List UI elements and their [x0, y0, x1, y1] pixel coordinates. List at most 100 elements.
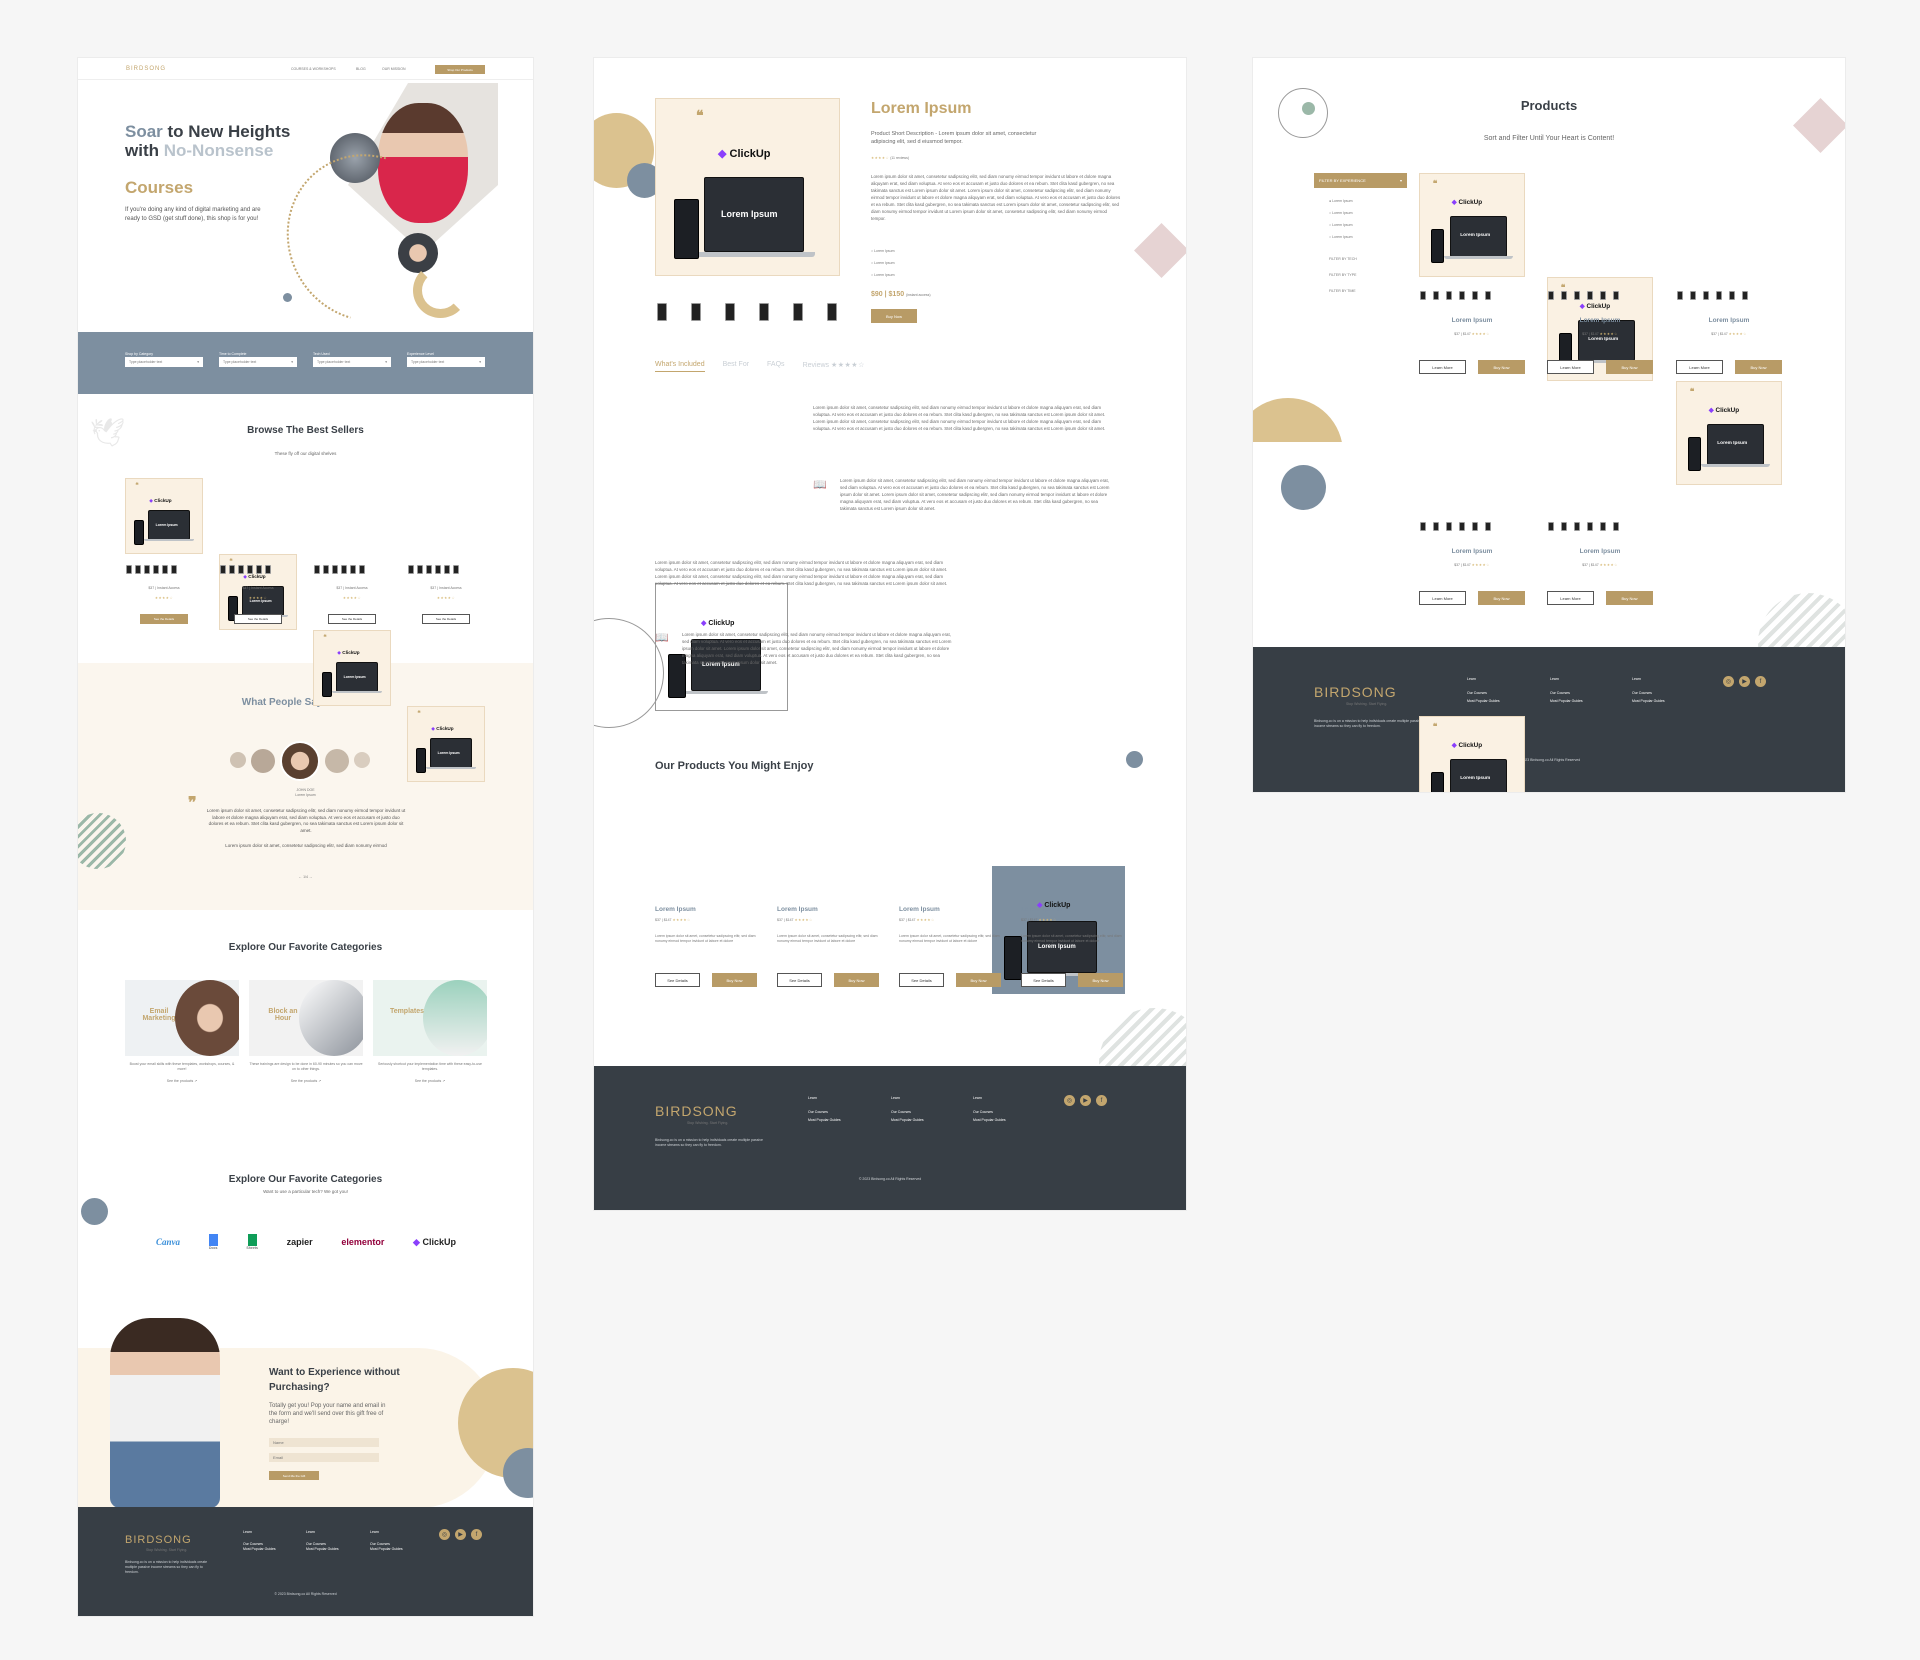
footer-link[interactable]: Most Popular Guides: [973, 1118, 1006, 1123]
related-name[interactable]: Lorem Ipsum: [777, 906, 818, 913]
thumbnail[interactable]: [341, 565, 347, 574]
learn-more-button[interactable]: Learn More: [1676, 360, 1723, 374]
thumbnail[interactable]: [229, 565, 235, 574]
footer-link[interactable]: Our Courses: [1467, 691, 1500, 696]
thumbnail[interactable]: [435, 565, 441, 574]
thumbnail[interactable]: [1433, 291, 1439, 300]
radio-option[interactable]: ○ Lorem Ipsum: [1329, 207, 1353, 219]
thumbnail[interactable]: [408, 565, 414, 574]
buy-now-button[interactable]: Buy Now: [1606, 591, 1653, 605]
product-image[interactable]: ❝ ◆ ClickUp Lorem Ipsum: [1676, 381, 1782, 485]
nav-item-blog[interactable]: BLOG: [356, 67, 366, 72]
thumbnail[interactable]: [1613, 291, 1619, 300]
thumbnail[interactable]: [144, 565, 150, 574]
buy-now-button[interactable]: Buy Now: [1606, 360, 1653, 374]
footer-link[interactable]: Most Popular Guides: [891, 1118, 924, 1123]
name-field[interactable]: [269, 1438, 379, 1447]
zapier-logo[interactable]: zapier: [287, 1237, 313, 1247]
footer-link[interactable]: Most Popular Guides: [1550, 699, 1583, 704]
product-name[interactable]: Lorem Ipsum: [1547, 317, 1653, 324]
tab-faqs[interactable]: FAQs: [767, 361, 785, 372]
thumbnail[interactable]: [417, 565, 423, 574]
footer-link[interactable]: Most Popular Guides: [370, 1547, 403, 1552]
facebook-icon[interactable]: f: [1755, 676, 1766, 687]
thumbnail[interactable]: [1548, 522, 1554, 531]
nav-logo[interactable]: BIRDSONG: [126, 66, 166, 72]
thumbnail[interactable]: [153, 565, 159, 574]
thumbnail[interactable]: [657, 303, 667, 321]
see-details-button[interactable]: See Details: [899, 973, 944, 987]
thumbnail[interactable]: [1433, 522, 1439, 531]
product-image[interactable]: ❝ ◆ ClickUp Lorem Ipsum: [407, 706, 485, 782]
filter-type[interactable]: FILTER BY TYPE: [1329, 267, 1357, 283]
tab-best-for[interactable]: Best For: [723, 361, 749, 372]
footer-link[interactable]: Our Courses: [1550, 691, 1583, 696]
related-name[interactable]: Lorem Ipsum: [655, 906, 696, 913]
filter-select[interactable]: Type placeholder text ▾: [219, 357, 297, 367]
filter-select[interactable]: Type placeholder text ▾: [407, 357, 485, 367]
filter-select[interactable]: Type placeholder text ▾: [313, 357, 391, 367]
thumbnail[interactable]: [1600, 291, 1606, 300]
avatar-active[interactable]: [280, 741, 320, 781]
product-name[interactable]: Lorem Ipsum: [1419, 317, 1525, 324]
see-details-button[interactable]: See the Details: [140, 614, 188, 624]
buy-now-button[interactable]: Buy Now: [834, 973, 879, 987]
thumbnail[interactable]: [332, 565, 338, 574]
thumbnail[interactable]: [1690, 291, 1696, 300]
see-details-button[interactable]: See the Details: [328, 614, 376, 624]
arrow-left-icon[interactable]: ←: [299, 875, 303, 879]
thumbnail[interactable]: [1446, 522, 1452, 531]
thumbnail[interactable]: [350, 565, 356, 574]
thumbnail[interactable]: [1703, 291, 1709, 300]
pdp-thumbnails[interactable]: [657, 303, 837, 321]
thumbnail[interactable]: [793, 303, 803, 321]
footer-link[interactable]: Most Popular Guides: [306, 1547, 339, 1552]
footer-link[interactable]: Most Popular Guides: [1467, 699, 1500, 704]
thumbnail[interactable]: [256, 565, 262, 574]
thumbnail[interactable]: [323, 565, 329, 574]
filter-select[interactable]: Type placeholder text ▾: [125, 357, 203, 367]
category-link[interactable]: See the products ↗: [125, 1079, 239, 1084]
category-card[interactable]: Email Marketing: [125, 980, 239, 1056]
sheets-logo[interactable]: Sheets: [246, 1233, 258, 1251]
thumbnail[interactable]: [1587, 291, 1593, 300]
thumbnail[interactable]: [265, 565, 271, 574]
category-link[interactable]: See the products ↗: [249, 1079, 363, 1084]
product-image[interactable]: ❝ ◆ ClickUp Lorem Ipsum: [313, 630, 391, 706]
buy-now-button[interactable]: Buy Now: [1478, 591, 1525, 605]
category-card[interactable]: Templates: [373, 980, 487, 1056]
elementor-logo[interactable]: elementor: [341, 1237, 384, 1247]
footer-link[interactable]: Our Courses: [1632, 691, 1665, 696]
docs-logo[interactable]: Docs: [208, 1233, 218, 1251]
footer-logo[interactable]: BIRDSONG: [655, 1103, 738, 1119]
instagram-icon[interactable]: ◎: [1723, 676, 1734, 687]
thumbnail[interactable]: [1446, 291, 1452, 300]
thumbnail[interactable]: [1574, 291, 1580, 300]
learn-more-button[interactable]: Learn More: [1419, 360, 1466, 374]
see-details-button[interactable]: See Details: [1021, 973, 1066, 987]
filter-time[interactable]: FILTER BY TIME: [1329, 283, 1357, 299]
footer-link[interactable]: Most Popular Guides: [1632, 699, 1665, 704]
related-name[interactable]: Lorem Ipsum: [899, 906, 940, 913]
facebook-icon[interactable]: f: [1096, 1095, 1107, 1106]
nav-item-courses[interactable]: COURSES & WORKSHOPS: [291, 67, 336, 72]
buy-now-button[interactable]: Buy Now: [1478, 360, 1525, 374]
thumbnail[interactable]: [162, 565, 168, 574]
buy-now-button[interactable]: Buy Now: [712, 973, 757, 987]
thumbnail[interactable]: [725, 303, 735, 321]
see-details-button[interactable]: See the Details: [422, 614, 470, 624]
see-details-button[interactable]: See Details: [655, 973, 700, 987]
tab-reviews[interactable]: Reviews ★★★★☆: [803, 361, 865, 372]
thumbnail[interactable]: [1459, 522, 1465, 531]
thumbnail[interactable]: [1561, 291, 1567, 300]
thumbnail[interactable]: [247, 565, 253, 574]
thumbnail[interactable]: [827, 303, 837, 321]
thumbnail[interactable]: [1742, 291, 1748, 300]
see-details-button[interactable]: See the Details: [234, 614, 282, 624]
arrow-right-icon[interactable]: →: [309, 875, 313, 879]
thumbnail[interactable]: [444, 565, 450, 574]
product-image[interactable]: ❝ ◆ ClickUp Lorem Ipsum: [1419, 173, 1525, 277]
pdp-main-image[interactable]: ❝ ◆ ClickUp Lorem Ipsum: [655, 98, 840, 276]
thumbnail[interactable]: [453, 565, 459, 574]
product-image[interactable]: ❝ ◆ ClickUp Lorem Ipsum: [1419, 716, 1525, 792]
